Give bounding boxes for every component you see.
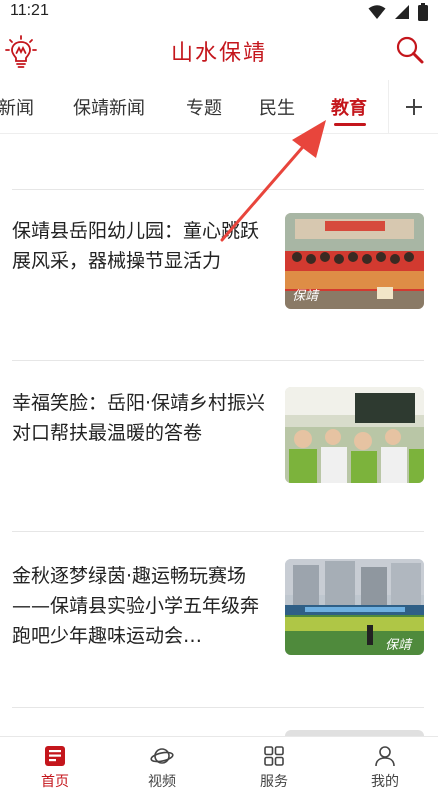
home-icon: [45, 746, 65, 766]
nav-video[interactable]: 视频: [107, 737, 217, 789]
feed-divider: [12, 189, 424, 190]
tab-livelihood[interactable]: 民生: [259, 94, 295, 120]
feed-divider: [12, 707, 424, 708]
thumbnail-watermark: 保靖: [385, 638, 412, 653]
tab-special[interactable]: 专题: [186, 94, 222, 120]
battery-icon: [418, 3, 428, 21]
status-time: 11:21: [10, 2, 49, 19]
nav-label: 视频: [148, 774, 176, 789]
news-thumbnail[interactable]: [285, 387, 424, 483]
add-channel-button[interactable]: [388, 80, 438, 134]
grid-icon: [264, 746, 284, 766]
tab-news[interactable]: 新闻: [0, 94, 34, 120]
channel-tabs: 新闻 保靖新闻 专题 民生 教育: [0, 80, 438, 134]
news-feed: 保靖县岳阳幼儿园：童心跳跃展风采，器械操节显活力 保靖 幸福笑脸：岳阳·保靖乡村…: [0, 134, 438, 736]
tab-education[interactable]: 教育: [331, 94, 367, 120]
news-title[interactable]: 幸福笑脸：岳阳·保靖乡村振兴对口帮扶最温暖的答卷: [12, 388, 274, 448]
thumbnail-watermark: 保靖: [292, 289, 319, 304]
tab-baojing-news[interactable]: 保靖新闻: [73, 94, 145, 120]
nav-home[interactable]: 首页: [0, 737, 110, 789]
bottom-nav: 首页 视频 服务 我的: [0, 736, 438, 789]
video-planet-icon: [150, 748, 174, 764]
app-logo: 山水保靖: [170, 41, 267, 66]
news-title[interactable]: 金秋逐梦绿茵·趣运畅玩赛场——保靖县实验小学五年级奔跑吧少年趣味运动会…: [12, 561, 274, 651]
status-bar: 11:21: [0, 0, 438, 26]
status-icons: [368, 3, 428, 21]
nav-service[interactable]: 服务: [219, 737, 329, 789]
wifi-icon: [368, 5, 386, 19]
nav-label: 服务: [260, 774, 288, 789]
nav-label: 首页: [41, 774, 69, 789]
nav-mine[interactable]: 我的: [330, 737, 438, 789]
active-tab-indicator: [334, 123, 366, 126]
feed-divider: [12, 531, 424, 532]
plus-icon: [405, 99, 422, 115]
search-icon[interactable]: [394, 34, 426, 66]
news-title[interactable]: 保靖县岳阳幼儿园：童心跳跃展风采，器械操节显活力: [12, 216, 274, 276]
app-header: 山水保靖: [0, 26, 438, 80]
feed-divider: [12, 360, 424, 361]
nav-label: 我的: [371, 774, 399, 789]
signal-icon: [395, 5, 409, 19]
user-icon: [375, 746, 395, 767]
